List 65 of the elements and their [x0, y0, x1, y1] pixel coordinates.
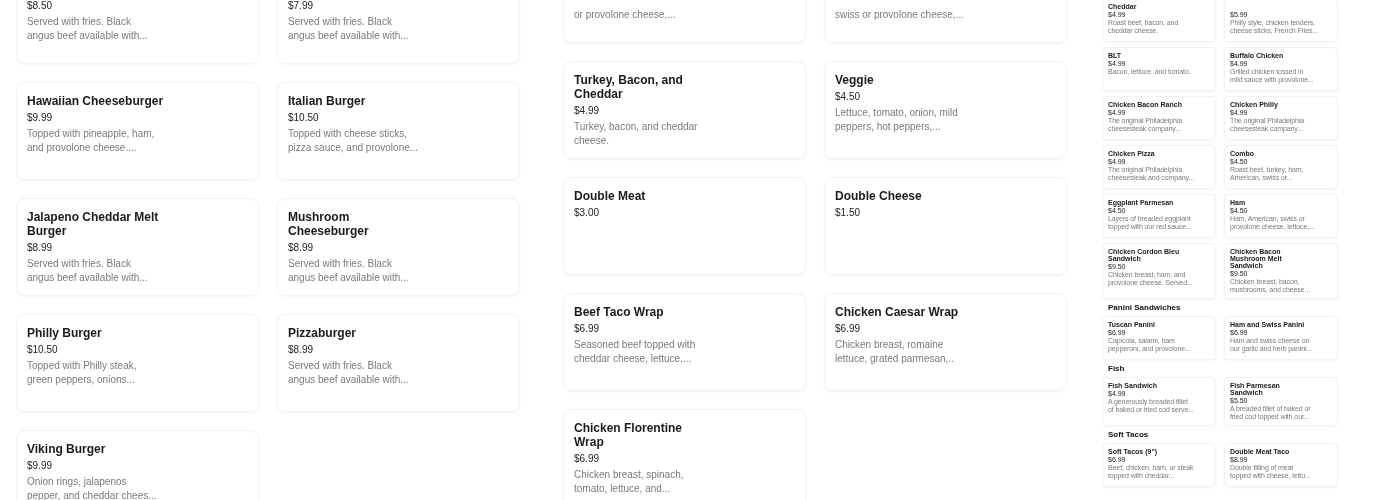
item-price: $8.99 — [27, 241, 53, 255]
menu-item-card[interactable]: Italian Burger $10.50 Topped with cheese sticks, pizza sauce, and provolone... — [277, 82, 520, 180]
item-price: $6.99 — [574, 322, 600, 336]
item-description: Topped with cheese sticks, pizza sauce, and provolone... — [288, 127, 419, 155]
item-price: $6.99 — [835, 322, 861, 336]
item-name: Italian Burger — [288, 94, 366, 108]
item-description: Served with fries. Black angus beef available with... — [288, 257, 409, 285]
item-description: Served with fries. Black angus beef available with... — [288, 15, 409, 43]
item-name: Double Cheese — [835, 189, 922, 203]
menu-item-card[interactable]: Mushroom Cheeseburger $8.99 Served with fries. Black angus beef available with... — [277, 198, 520, 296]
section-heading: Fish — [1108, 364, 1126, 374]
item-name: Chicken Florentine Wrap — [574, 421, 683, 449]
section-heading: Panini Sandwiches — [1108, 303, 1182, 313]
menu-item-card[interactable]: Chicken Caesar Wrap $6.99 Chicken breast, romaine lettuce, grated parmesan,.. — [824, 293, 1067, 391]
item-price: $10.50 — [288, 111, 319, 125]
item-name: Turkey, Bacon, and Cheddar — [574, 73, 683, 101]
item-price: $4.50 — [835, 90, 861, 104]
item-description: Topped with Philly steak, green peppers, onions... — [27, 359, 137, 387]
item-description: Served with fries. Black angus beef available with... — [27, 15, 148, 43]
item-price: $10.50 — [27, 343, 58, 357]
item-description: Served with fries. Black angus beef available with... — [27, 257, 148, 285]
menu-item-card[interactable]: Hawaiian Cheeseburger $9.99 Topped with pineapple, ham, and provolone cheese.... — [16, 82, 259, 180]
item-name: Viking Burger — [27, 442, 106, 456]
item-description: Lettuce, tomato, onion, mild peppers, hot peppers,... — [835, 106, 958, 134]
item-price: $9.99 — [27, 111, 53, 125]
item-price: $1.50 — [835, 206, 861, 220]
menu-item-card[interactable]: $7.99 Served with fries. Black angus beef available with... — [277, 0, 520, 64]
menu-item-card[interactable]: or provolone cheese,... — [563, 0, 806, 43]
menu-item-card[interactable]: Veggie $4.50 Lettuce, tomato, onion, mild peppers, hot peppers,... — [824, 61, 1067, 159]
item-description: Chicken breast, romaine lettuce, grated parmesan,.. — [835, 338, 954, 366]
item-price: $6.99 — [574, 452, 600, 466]
menu-item-card[interactable]: Double Meat $3.00 — [563, 177, 806, 275]
item-price: $3.00 — [574, 206, 600, 220]
item-name: Hawaiian Cheeseburger — [27, 94, 164, 108]
item-name: Mushroom Cheeseburger — [288, 210, 369, 238]
item-description: Turkey, bacon, and cheddar cheese. — [574, 120, 698, 148]
menu-item-card[interactable]: Philly Burger $10.50 Topped with Philly steak, green peppers, onions... — [16, 314, 259, 412]
menu-item-card[interactable]: Jalapeno Cheddar Melt Burger $8.99 Served with fries. Black angus beef available with... — [16, 198, 259, 296]
menu-item-card[interactable]: Double Cheese $1.50 — [824, 177, 1067, 275]
item-price: $8.99 — [288, 343, 314, 357]
item-name: Pizzaburger — [288, 326, 356, 340]
item-price: $9.99 — [27, 459, 53, 473]
item-name: Chicken Caesar Wrap — [835, 305, 959, 319]
item-description: or provolone cheese,... — [574, 8, 676, 22]
item-price: $4.99 — [574, 104, 600, 118]
menu-item-card[interactable]: Turkey, Bacon, and Cheddar $4.99 Turkey, bacon, and cheddar cheese. — [563, 61, 806, 159]
item-name: Double Meat — [574, 189, 646, 203]
item-description: Seasoned beef topped with cheddar cheese, lettuce,... — [574, 338, 696, 366]
item-description: Chicken breast, spinach, tomato, lettuce, and... — [574, 468, 684, 496]
menu-item-card[interactable]: swiss or provolone cheese,... — [824, 0, 1067, 43]
item-price: $8.99 — [288, 241, 314, 255]
item-name: Veggie — [835, 73, 874, 87]
item-description: Topped with pineapple, ham, and provolone cheese.... — [27, 127, 155, 155]
section-heading: Soft Tacos — [1108, 430, 1150, 440]
menu-item-card[interactable]: $8.50 Served with fries. Black angus beef available with... — [16, 0, 259, 64]
item-name: Beef Taco Wrap — [574, 305, 664, 319]
item-name: Philly Burger — [27, 326, 102, 340]
item-name: Jalapeno Cheddar Melt Burger — [27, 210, 159, 238]
item-price: $7.99 — [288, 0, 314, 13]
item-price: $8.50 — [27, 0, 53, 13]
menu-item-card[interactable]: Pizzaburger $8.99 Served with fries. Black angus beef available with... — [277, 314, 520, 412]
menu-item-card[interactable]: Beef Taco Wrap $6.99 Seasoned beef topped with cheddar cheese, lettuce,... — [563, 293, 806, 391]
item-description: Served with fries. Black angus beef available with... — [288, 359, 409, 387]
item-description: swiss or provolone cheese,... — [835, 8, 964, 22]
menu-item-card[interactable]: Chicken Florentine Wrap $6.99 Chicken breast, spinach, tomato, lettuce, and... — [563, 409, 806, 500]
